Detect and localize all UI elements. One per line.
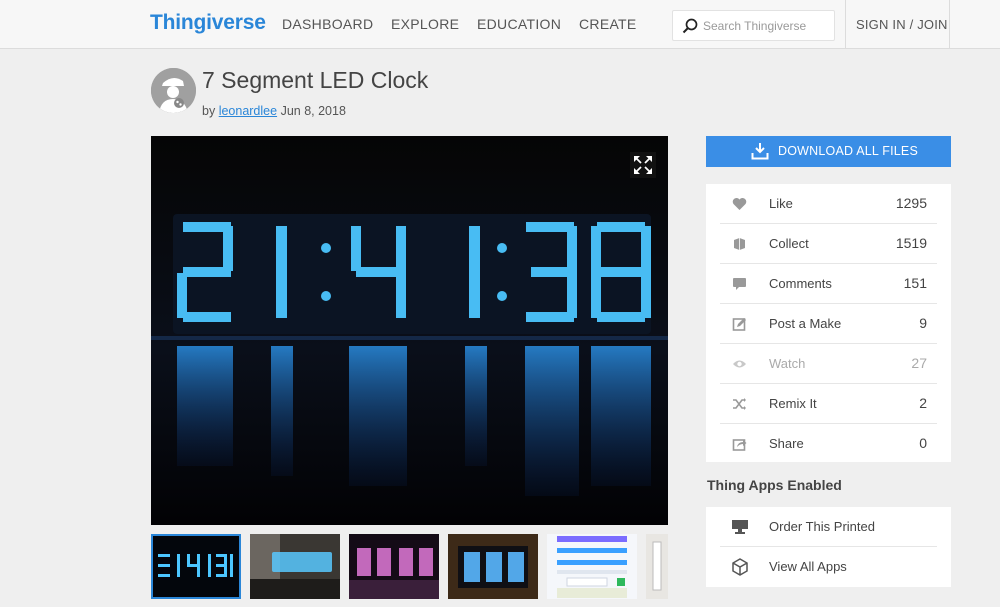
led-clock-photo (151, 136, 668, 525)
share-button[interactable]: Share 0 (720, 424, 937, 464)
order-this-printed-button[interactable]: Order This Printed (720, 507, 937, 547)
thing-byline: by leonardlee Jun 8, 2018 (202, 104, 346, 118)
thumbnail-image (448, 534, 538, 599)
watch-count: 27 (911, 355, 927, 371)
thumbnail-1[interactable] (151, 534, 241, 599)
post-a-make-count: 9 (919, 315, 927, 331)
download-icon (751, 143, 769, 160)
thing-apps-heading: Thing Apps Enabled (707, 477, 842, 493)
thumbnail-image (158, 554, 233, 577)
collect-count: 1519 (895, 235, 927, 251)
thumbnail-image (250, 534, 340, 599)
like-button[interactable]: Like 1295 (720, 184, 937, 224)
byline-prefix: by (202, 104, 216, 118)
share-label: Share (769, 436, 804, 451)
view-all-apps-button[interactable]: View All Apps (720, 547, 937, 587)
thumbnail-4[interactable] (448, 534, 538, 599)
search-icon[interactable] (682, 18, 698, 34)
nav-dashboard[interactable]: DASHBOARD (282, 16, 373, 32)
remix-it-button[interactable]: Remix It 2 (720, 384, 937, 424)
thing-actions-panel: Like 1295 Collect 1519 Comments 151 Post… (706, 184, 951, 462)
eye-icon (733, 360, 746, 368)
thumbnail-5[interactable] (547, 534, 637, 599)
like-count: 1295 (895, 195, 927, 211)
header-divider (949, 0, 950, 49)
thumbnail-image (646, 534, 668, 599)
like-label: Like (769, 196, 793, 211)
thumbnail-image (349, 534, 439, 599)
post-a-make-button[interactable]: Post a Make 9 (720, 304, 937, 344)
watch-label: Watch (769, 356, 806, 371)
nav-create[interactable]: CREATE (579, 16, 637, 32)
share-icon (732, 439, 747, 451)
share-count: 0 (919, 435, 927, 451)
expand-fullscreen-button[interactable] (630, 152, 656, 178)
order-this-printed-label: Order This Printed (769, 519, 875, 534)
cube-icon (732, 558, 748, 576)
heart-icon (732, 198, 747, 210)
comments-label: Comments (769, 276, 832, 291)
signin-join-link[interactable]: SIGN IN / JOIN (856, 17, 948, 32)
download-label: DOWNLOAD ALL FILES (778, 144, 918, 158)
search-box[interactable] (672, 10, 835, 41)
comments-count: 151 (903, 275, 927, 291)
thing-title: 7 Segment LED Clock (202, 67, 429, 93)
author-link[interactable]: leonardlee (219, 104, 277, 118)
post-make-icon (732, 318, 746, 331)
header-divider (845, 0, 846, 49)
view-all-apps-label: View All Apps (769, 559, 847, 574)
thumbnail-image (547, 534, 637, 599)
collect-icon (734, 238, 745, 250)
thumbnail-6[interactable] (646, 534, 668, 599)
main-thing-image[interactable] (151, 136, 668, 525)
thing-apps-panel: Order This Printed View All Apps (706, 507, 951, 587)
top-navigation-bar: Thingiverse DASHBOARD EXPLORE EDUCATION … (0, 0, 1000, 49)
remix-it-count: 2 (919, 395, 927, 411)
avatar-illustration (151, 68, 196, 113)
thingiverse-logo[interactable]: Thingiverse (150, 11, 266, 35)
thumbnail-2[interactable] (250, 534, 340, 599)
author-avatar[interactable] (151, 68, 196, 113)
collect-label: Collect (769, 236, 809, 251)
search-input[interactable] (703, 18, 831, 34)
nav-explore[interactable]: EXPLORE (391, 16, 459, 32)
printer-icon (732, 520, 748, 534)
expand-icon (634, 156, 652, 174)
watch-button[interactable]: Watch 27 (720, 344, 937, 384)
download-all-files-button[interactable]: DOWNLOAD ALL FILES (706, 136, 951, 167)
remix-it-label: Remix It (769, 396, 817, 411)
comments-icon (733, 278, 746, 290)
thumbnail-3[interactable] (349, 534, 439, 599)
collect-button[interactable]: Collect 1519 (720, 224, 937, 264)
post-a-make-label: Post a Make (769, 316, 842, 331)
nav-education[interactable]: EDUCATION (477, 16, 561, 32)
comments-button[interactable]: Comments 151 (720, 264, 937, 304)
shuffle-icon (733, 398, 746, 410)
publish-date: Jun 8, 2018 (280, 104, 346, 118)
